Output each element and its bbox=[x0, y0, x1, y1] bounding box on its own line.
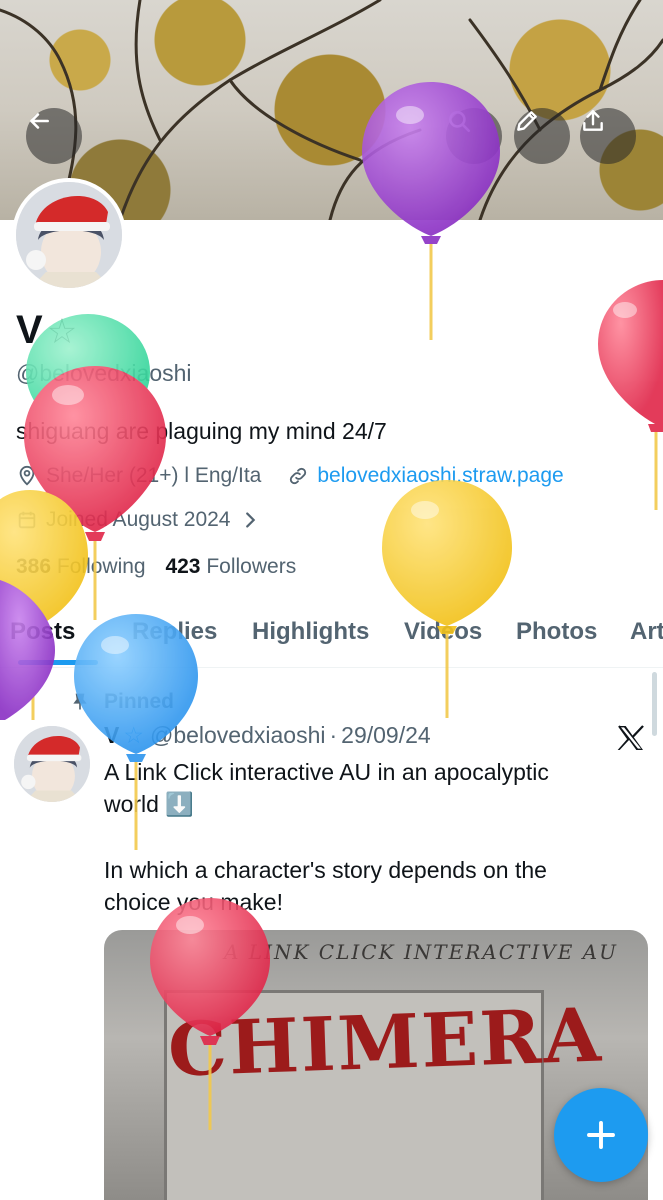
tab-replies[interactable]: Replies bbox=[132, 618, 217, 646]
profile-joined-row[interactable]: Joined August 2024 bbox=[16, 508, 269, 532]
tweet-author-name[interactable]: V bbox=[104, 722, 119, 749]
profile-name-text: V bbox=[16, 308, 43, 352]
scrollbar[interactable] bbox=[652, 672, 657, 736]
following-count: 386 bbox=[16, 555, 52, 578]
followers-count: 423 bbox=[165, 555, 201, 578]
followers-label: Followers bbox=[206, 555, 297, 578]
profile-tabs: Posts Replies Highlights Videos Photos A… bbox=[0, 610, 663, 668]
share-button[interactable] bbox=[580, 108, 636, 164]
tweet-text-line-2: world ⬇️ bbox=[104, 791, 194, 817]
profile-meta-row: She/Her (21+) l Eng/Ita belovedxiaoshi.s… bbox=[16, 464, 564, 488]
tweet-text-line-4: choice you make! bbox=[104, 889, 283, 915]
tab-art[interactable]: Art bbox=[630, 618, 663, 646]
edit-button[interactable] bbox=[514, 108, 570, 164]
tab-photos[interactable]: Photos bbox=[516, 618, 597, 646]
location-icon bbox=[19, 465, 35, 486]
media-title: CHIMERA bbox=[166, 992, 605, 1094]
search-icon bbox=[449, 111, 471, 133]
balloon-yellow-center bbox=[382, 480, 512, 718]
profile-bio: shiguang are plaguing my mind 24/7 bbox=[16, 418, 387, 444]
pencil-icon bbox=[517, 111, 537, 131]
tweet-separator: · bbox=[329, 722, 338, 748]
tweet-text-line-1: A Link Click interactive AU in an apocal… bbox=[104, 759, 549, 785]
chevron-right-icon bbox=[245, 512, 255, 528]
compose-button[interactable] bbox=[554, 1088, 648, 1182]
back-button[interactable] bbox=[26, 108, 82, 164]
follow-counts: 386 Following 423 Followers bbox=[16, 555, 296, 579]
profile-joined: Joined August 2024 bbox=[46, 508, 231, 531]
tab-highlights[interactable]: Highlights bbox=[252, 618, 369, 646]
followers-link[interactable]: 423 Followers bbox=[165, 555, 296, 578]
calendar-icon bbox=[18, 511, 36, 529]
profile-location: She/Her (21+) l Eng/Ita bbox=[46, 464, 262, 487]
link-icon bbox=[290, 467, 307, 485]
avatar-illustration bbox=[16, 182, 122, 288]
tweet-author-badge: ☆ bbox=[123, 722, 144, 748]
tweet-header: V ☆ @belovedxiaoshi · 29/09/24 bbox=[104, 722, 431, 749]
star-badge-icon: ☆ bbox=[46, 313, 78, 351]
profile-website-link[interactable]: belovedxiaoshi.straw.page bbox=[317, 464, 563, 488]
pinned-label: Pinned bbox=[104, 690, 175, 713]
following-link[interactable]: 386 Following bbox=[16, 555, 146, 578]
tweet-author-avatar[interactable] bbox=[14, 726, 90, 802]
active-tab-indicator bbox=[18, 660, 98, 665]
search-button[interactable] bbox=[446, 108, 502, 164]
tweet-text-line-3: In which a character's story depends on … bbox=[104, 857, 547, 883]
following-label: Following bbox=[56, 555, 146, 578]
tweet-avatar-illustration bbox=[14, 726, 90, 802]
tweet-author-handle[interactable]: @belovedxiaoshi bbox=[150, 722, 326, 749]
arrow-left-icon bbox=[30, 113, 49, 129]
balloon-red-left bbox=[24, 366, 166, 620]
x-logo-icon bbox=[617, 725, 644, 750]
tweet-date[interactable]: 29/09/24 bbox=[341, 722, 431, 749]
share-icon bbox=[583, 110, 603, 131]
profile-avatar[interactable] bbox=[12, 178, 126, 292]
pin-icon bbox=[73, 693, 87, 710]
media-subtitle: A LINK CLICK INTERACTIVE AU bbox=[224, 940, 618, 964]
profile-name: V ☆ bbox=[16, 308, 77, 353]
tab-posts[interactable]: Posts bbox=[10, 618, 75, 646]
plus-icon bbox=[587, 1121, 615, 1149]
balloon-red-right bbox=[598, 280, 663, 510]
pinned-indicator: Pinned bbox=[70, 690, 174, 714]
tab-videos[interactable]: Videos bbox=[404, 618, 482, 646]
profile-handle: @belovedxiaoshi bbox=[16, 360, 192, 386]
